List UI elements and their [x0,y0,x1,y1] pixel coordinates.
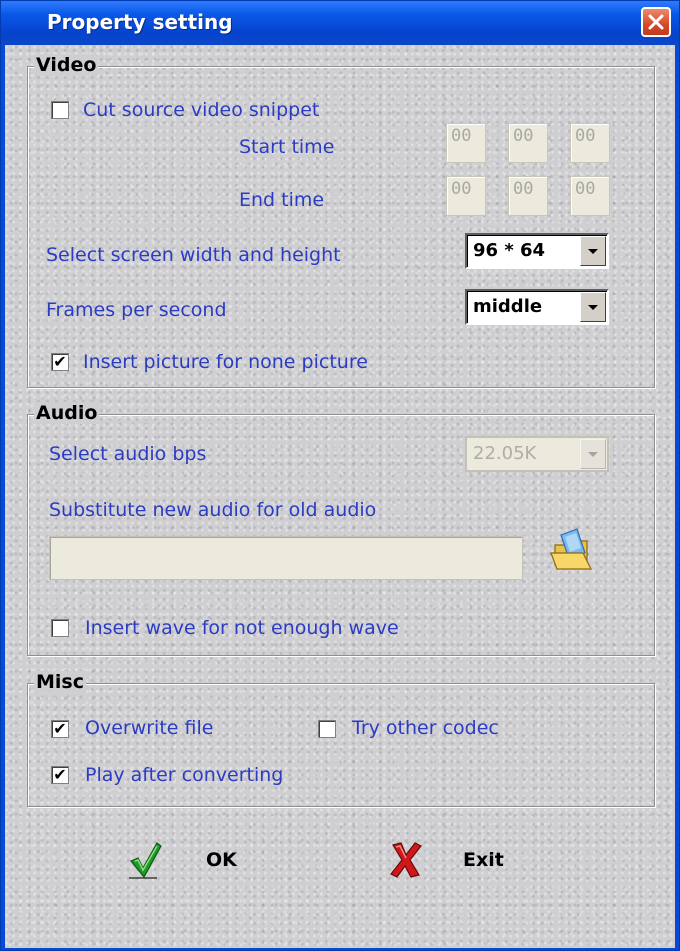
screen-size-value: 96 * 64 [473,240,546,261]
audio-bps-dropdown[interactable]: 22.05K [465,436,609,472]
exit-button[interactable]: Exit [389,841,504,879]
cut-snippet-label: Cut source video snippet [83,99,320,121]
end-time-minutes-field[interactable]: 00 [508,176,548,216]
dialog-client-area: Video Cut source video snippet Start tim… [5,45,675,948]
audio-bps-dropdown-button[interactable] [580,439,606,469]
substitute-audio-label: Substitute new audio for old audio [49,499,377,521]
overwrite-checkbox[interactable]: ✔ [51,720,69,738]
open-folder-icon [550,528,592,570]
title-bar[interactable]: Property setting [1,1,679,45]
browse-audio-button[interactable] [547,525,597,577]
video-group-title: Video [34,54,99,76]
chevron-down-icon [588,304,598,310]
green-check-icon [129,842,162,879]
red-x-icon [390,842,422,878]
audio-bps-value: 22.05K [473,443,537,464]
play-after-checkbox[interactable]: ✔ [51,766,69,784]
start-time-label: Start time [239,136,335,158]
property-setting-window: Property setting Video Cut source video … [0,0,680,951]
insert-picture-label: Insert picture for none picture [83,351,368,373]
fps-dropdown[interactable]: middle [465,289,609,325]
misc-group-title: Misc [34,671,86,693]
misc-group: Misc [27,671,655,807]
close-button[interactable] [641,7,671,37]
fps-dropdown-button[interactable] [580,292,606,322]
audio-group-title: Audio [34,402,100,424]
fps-label: Frames per second [46,299,227,321]
window-title: Property setting [47,10,233,34]
screen-size-label: Select screen width and height [46,244,341,266]
start-time-hours-field[interactable]: 00 [446,123,486,163]
audio-bps-label: Select audio bps [49,443,207,465]
try-codec-checkbox[interactable] [318,720,336,738]
ok-button[interactable]: OK [129,841,237,879]
start-time-minutes-field[interactable]: 00 [508,123,548,163]
insert-wave-checkbox[interactable] [51,619,69,637]
insert-picture-checkbox[interactable]: ✔ [51,353,69,371]
end-time-seconds-field[interactable]: 00 [570,176,610,216]
start-time-seconds-field[interactable]: 00 [570,123,610,163]
cut-snippet-checkbox[interactable] [51,101,69,119]
try-codec-label: Try other codec [352,717,499,739]
audio-file-path-field[interactable] [49,536,523,580]
screen-size-dropdown[interactable]: 96 * 64 [465,233,609,269]
screen-size-dropdown-button[interactable] [580,236,606,266]
ok-button-label: OK [206,849,237,871]
end-time-label: End time [239,189,325,211]
exit-button-label: Exit [463,849,504,871]
fps-value: middle [473,296,543,317]
close-icon [648,14,664,30]
play-after-label: Play after converting [85,764,284,786]
chevron-down-icon [588,248,598,254]
chevron-down-icon [588,451,598,457]
overwrite-label: Overwrite file [85,717,214,739]
end-time-hours-field[interactable]: 00 [446,176,486,216]
insert-wave-label: Insert wave for not enough wave [85,617,399,639]
